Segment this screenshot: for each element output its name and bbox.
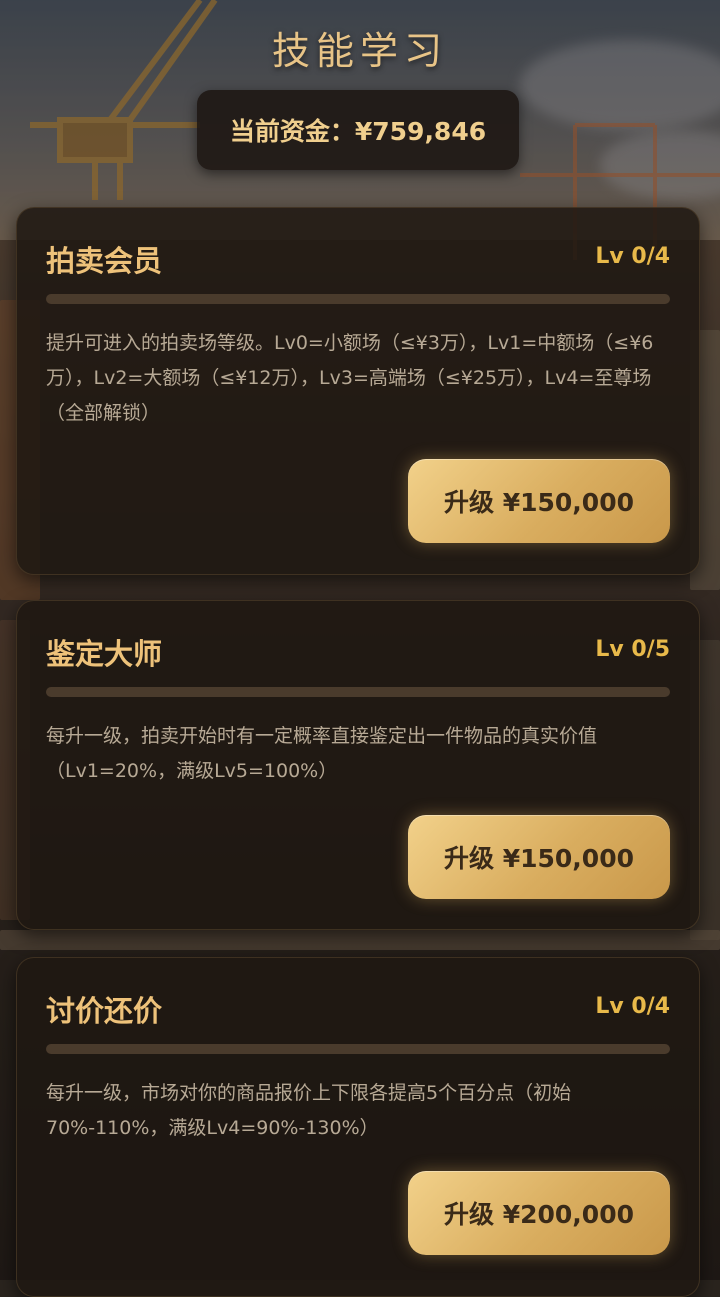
skill-description: 提升可进入的拍卖场等级。Lv0=小额场（≤¥3万），Lv1=中额场（≤¥6万），… xyxy=(46,332,654,424)
skill-description: 每升一级，拍卖开始时有一定概率直接鉴定出一件物品的真实价值（Lv1=20%，满级… xyxy=(46,725,598,782)
skill-card-appraisal-master: 鉴定大师 Lv 0/5 每升一级，拍卖开始时有一定概率直接鉴定出一件物品的真实价… xyxy=(16,600,700,930)
skill-name: 拍卖会员 xyxy=(46,244,163,278)
skill-name: 鉴定大师 xyxy=(46,637,163,671)
skill-description: 每升一级，市场对你的商品报价上下限各提高5个百分点（初始70%-110%，满级L… xyxy=(46,1082,572,1139)
skill-level: Lv 0/4 xyxy=(595,244,670,269)
skill-progress-bar xyxy=(46,1044,670,1054)
upgrade-button[interactable]: 升级 ¥150,000 xyxy=(408,815,670,899)
skill-progress-bar xyxy=(46,294,670,304)
current-funds-text: 当前资金：¥759,846 xyxy=(229,117,487,146)
page-title: 技能学习 xyxy=(271,29,448,73)
upgrade-button[interactable]: 升级 ¥150,000 xyxy=(408,459,670,543)
skill-level: Lv 0/5 xyxy=(595,637,670,662)
skill-name: 讨价还价 xyxy=(46,994,163,1028)
skills-page: 技能学习 当前资金：¥759,846 拍卖会员 Lv 0/4 提升可进入的拍卖场… xyxy=(0,0,720,1297)
current-funds-badge: 当前资金：¥759,846 xyxy=(197,90,519,170)
skill-card-auction-member: 拍卖会员 Lv 0/4 提升可进入的拍卖场等级。Lv0=小额场（≤¥3万），Lv… xyxy=(16,207,700,575)
upgrade-button[interactable]: 升级 ¥200,000 xyxy=(408,1171,670,1255)
skill-level: Lv 0/4 xyxy=(595,994,670,1019)
skill-card-bargaining: 讨价还价 Lv 0/4 每升一级，市场对你的商品报价上下限各提高5个百分点（初始… xyxy=(16,957,700,1297)
skill-progress-bar xyxy=(46,687,670,697)
